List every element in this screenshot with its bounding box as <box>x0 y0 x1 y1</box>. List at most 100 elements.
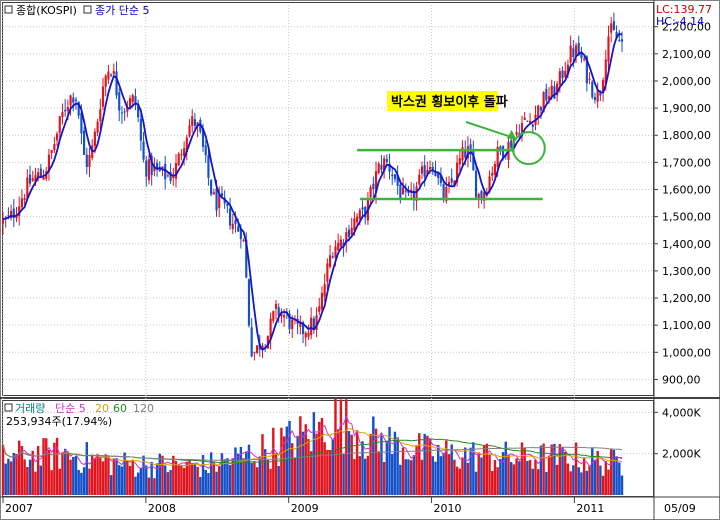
candle-body <box>618 40 621 42</box>
volume-bar <box>520 442 524 495</box>
volume-ma120-label: 120 <box>133 402 154 415</box>
volume-bar <box>466 462 470 495</box>
volume-bar <box>353 459 356 495</box>
volume-bar <box>355 430 359 495</box>
candle-body <box>418 174 421 185</box>
candle-body <box>356 216 359 223</box>
volume-bar <box>574 442 578 495</box>
volume-bar <box>136 472 140 495</box>
volume-bar <box>363 458 367 495</box>
candle-body <box>423 165 426 177</box>
candle-body <box>337 242 340 251</box>
candle-body <box>107 71 110 80</box>
candle-body <box>210 179 213 195</box>
candle-body <box>350 227 353 235</box>
candle-body <box>85 154 88 167</box>
candle-body <box>323 284 326 297</box>
volume-bar <box>569 471 572 495</box>
price-tick-label: 1,200,00 <box>662 292 711 305</box>
volume-bar <box>382 461 386 495</box>
candle-body <box>31 178 34 181</box>
volume-bar <box>12 452 16 495</box>
volume-bar <box>36 446 40 495</box>
candle-body <box>145 160 148 177</box>
candle-body <box>380 164 383 170</box>
candle-body <box>515 132 518 135</box>
candle-body <box>401 187 405 195</box>
candle-body <box>20 198 23 208</box>
candle-body <box>377 163 380 173</box>
volume-bar <box>512 464 516 495</box>
volume-bar <box>39 465 43 495</box>
candle-body <box>326 263 329 282</box>
year-label: 2010 <box>434 502 462 515</box>
candle-body <box>291 319 294 330</box>
volume-bar <box>309 451 313 495</box>
volume-bar <box>99 456 102 495</box>
candle-body <box>361 207 364 210</box>
volume-bar <box>599 465 602 495</box>
volume-bar <box>439 456 443 495</box>
candle-body <box>110 74 113 76</box>
volume-bar <box>493 460 497 495</box>
candle-body <box>591 81 594 98</box>
volume-bar <box>112 458 116 495</box>
volume-bar <box>185 461 189 495</box>
candle-body <box>474 170 478 198</box>
hc-label: HC:-4.14 <box>656 15 704 28</box>
candle-body <box>50 150 53 154</box>
volume-bar <box>131 459 134 495</box>
candle-body <box>612 21 615 31</box>
candle-body <box>450 178 453 183</box>
candle-body <box>253 352 256 354</box>
volume-title: 거래량 <box>15 402 45 415</box>
volume-bar <box>361 441 364 495</box>
candle-body <box>104 75 107 87</box>
volume-bar <box>161 455 164 495</box>
candle-body <box>61 112 64 118</box>
price-tick-label: 1,700,00 <box>662 156 711 169</box>
volume-bar <box>407 459 410 495</box>
candle-body <box>131 95 134 103</box>
volume-bar <box>534 459 537 495</box>
candle-body <box>429 167 432 170</box>
volume-bar <box>104 454 107 495</box>
candle-body <box>561 70 564 79</box>
volume-bar <box>153 478 156 495</box>
volume-bar <box>336 429 340 495</box>
candle-body <box>215 188 218 211</box>
volume-bar <box>455 466 459 495</box>
volume-bar <box>82 467 86 495</box>
candle-body <box>128 98 132 108</box>
volume-bar <box>118 465 121 495</box>
volume-bar <box>69 459 72 495</box>
candle-body <box>272 311 275 321</box>
volume-bar <box>166 472 170 495</box>
candle-body <box>207 155 210 178</box>
candle-body <box>174 163 178 179</box>
candle-body <box>118 92 121 111</box>
candle-body <box>274 303 278 309</box>
volume-bar <box>385 440 389 495</box>
candle-body <box>72 97 75 103</box>
volume-bar <box>485 443 489 495</box>
candle-body <box>583 58 586 60</box>
volume-bar <box>169 470 172 495</box>
volume-bar <box>412 455 416 495</box>
volume-bar <box>582 458 586 495</box>
candle-body <box>523 117 526 120</box>
price-ma-label: 종가 단순 5 <box>95 4 149 17</box>
candle-body <box>69 95 72 106</box>
candle-body <box>385 159 388 162</box>
legend-box <box>4 5 13 14</box>
volume-bar <box>245 452 248 495</box>
price-title: 종합(KOSPI) <box>16 4 77 17</box>
volume-bar <box>147 477 151 495</box>
candle-body <box>88 155 91 168</box>
volume-bar <box>123 452 126 495</box>
year-label: 2008 <box>148 502 176 515</box>
candle-body <box>328 255 332 268</box>
price-tick-label: 1,500,00 <box>662 211 711 224</box>
volume-bar <box>577 467 580 495</box>
price-tick-label: 2,000,00 <box>662 75 711 88</box>
